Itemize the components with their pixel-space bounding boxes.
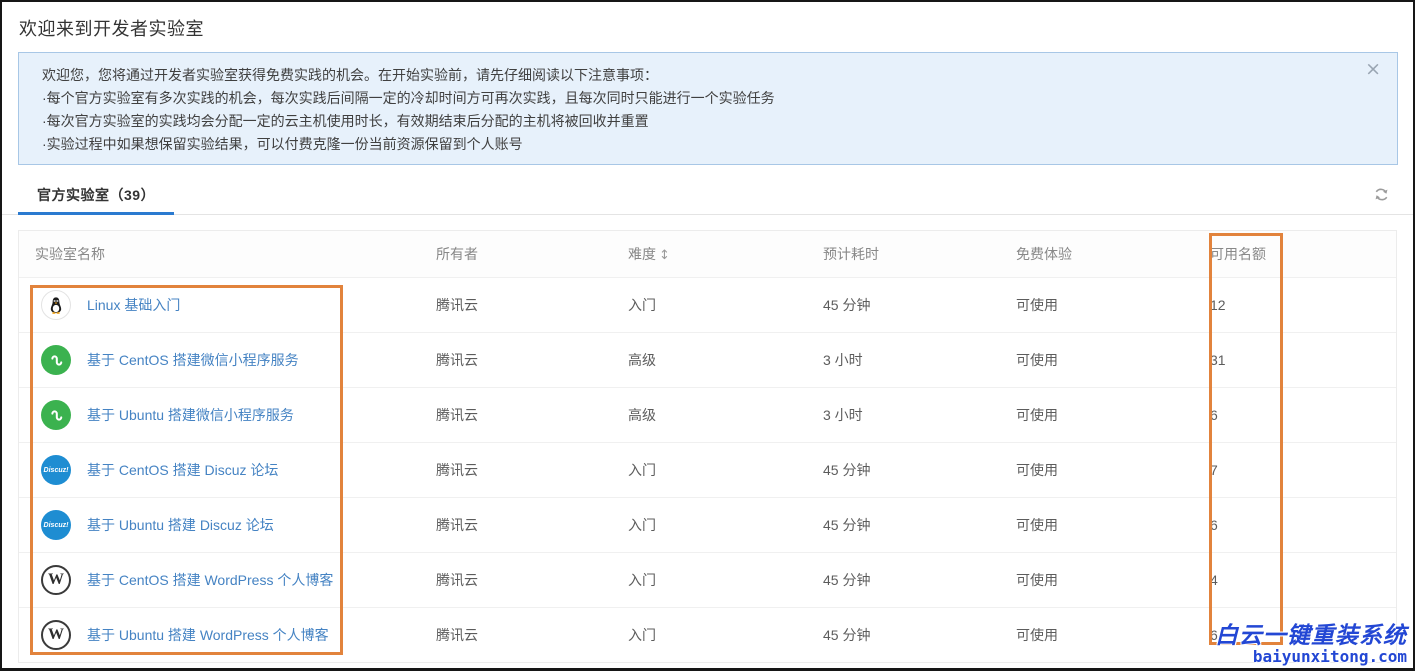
notice-item: ·每个官方实验室有多次实践的机会，每次实践后间隔一定的冷却时间方可再次实践，且每… bbox=[42, 87, 1357, 110]
difficulty-cell: 入门 bbox=[612, 515, 807, 535]
quota-cell: 6 bbox=[1194, 407, 1396, 423]
time-cell: 45 分钟 bbox=[807, 625, 1000, 645]
header-available-quota: 可用名额 bbox=[1194, 244, 1396, 264]
close-icon[interactable]: × bbox=[1365, 60, 1381, 79]
discuz-icon: Discuz! bbox=[41, 510, 71, 540]
time-cell: 45 分钟 bbox=[807, 515, 1000, 535]
time-cell: 3 小时 bbox=[807, 405, 1000, 425]
difficulty-cell: 入门 bbox=[612, 460, 807, 480]
quota-cell: 4 bbox=[1194, 572, 1396, 588]
refresh-icon[interactable] bbox=[1371, 186, 1391, 206]
table-row: Discuz! 基于 CentOS 搭建 Discuz 论坛 腾讯云 入门 45… bbox=[19, 442, 1396, 497]
owner-cell: 腾讯云 bbox=[420, 405, 612, 425]
owner-cell: 腾讯云 bbox=[420, 460, 612, 480]
wechat-miniprogram-icon bbox=[41, 345, 71, 375]
table-row: 基于 Ubuntu 搭建微信小程序服务 腾讯云 高级 3 小时 可使用 6 bbox=[19, 387, 1396, 442]
quota-cell: 31 bbox=[1194, 352, 1396, 368]
quota-cell: 7 bbox=[1194, 462, 1396, 478]
free-trial-cell: 可使用 bbox=[1000, 295, 1194, 315]
header-lab-name: 实验室名称 bbox=[19, 244, 420, 264]
free-trial-cell: 可使用 bbox=[1000, 350, 1194, 370]
owner-cell: 腾讯云 bbox=[420, 625, 612, 645]
tab-official-labs[interactable]: 官方实验室（39） bbox=[18, 177, 174, 215]
header-estimated-time: 预计耗时 bbox=[807, 244, 1000, 264]
difficulty-cell: 入门 bbox=[612, 295, 807, 315]
lab-name-link[interactable]: 基于 Ubuntu 搭建微信小程序服务 bbox=[87, 405, 294, 425]
header-free-trial: 免费体验 bbox=[1000, 244, 1194, 264]
lab-name-link[interactable]: 基于 CentOS 搭建 WordPress 个人博客 bbox=[87, 570, 333, 590]
difficulty-cell: 高级 bbox=[612, 405, 807, 425]
labs-table: 实验室名称 所有者 难度↕ 预计耗时 免费体验 可用名额 bbox=[18, 230, 1397, 663]
notice-intro: 欢迎您，您将通过开发者实验室获得免费实践的机会。在开始实验前，请先仔细阅读以下注… bbox=[42, 64, 1357, 87]
owner-cell: 腾讯云 bbox=[420, 295, 612, 315]
difficulty-cell: 入门 bbox=[612, 625, 807, 645]
table-row: 基于 CentOS 搭建微信小程序服务 腾讯云 高级 3 小时 可使用 31 bbox=[19, 332, 1396, 387]
time-cell: 45 分钟 bbox=[807, 460, 1000, 480]
quota-cell: 12 bbox=[1194, 297, 1396, 313]
discuz-icon: Discuz! bbox=[41, 455, 71, 485]
owner-cell: 腾讯云 bbox=[420, 570, 612, 590]
table-header-row: 实验室名称 所有者 难度↕ 预计耗时 免费体验 可用名额 bbox=[19, 231, 1396, 277]
lab-name-link[interactable]: Linux 基础入门 bbox=[87, 295, 180, 315]
table-row: Linux 基础入门 腾讯云 入门 45 分钟 可使用 12 bbox=[19, 277, 1396, 332]
table-row: W 基于 CentOS 搭建 WordPress 个人博客 腾讯云 入门 45 … bbox=[19, 552, 1396, 607]
header-owner: 所有者 bbox=[420, 244, 612, 264]
time-cell: 45 分钟 bbox=[807, 295, 1000, 315]
wordpress-icon: W bbox=[41, 565, 71, 595]
free-trial-cell: 可使用 bbox=[1000, 405, 1194, 425]
sort-icon[interactable]: ↕ bbox=[659, 248, 670, 263]
time-cell: 45 分钟 bbox=[807, 570, 1000, 590]
free-trial-cell: 可使用 bbox=[1000, 570, 1194, 590]
lab-name-link[interactable]: 基于 CentOS 搭建 Discuz 论坛 bbox=[87, 460, 278, 480]
quota-cell: 6 bbox=[1194, 517, 1396, 533]
free-trial-cell: 可使用 bbox=[1000, 625, 1194, 645]
wordpress-icon: W bbox=[41, 620, 71, 650]
table-row: W 基于 Ubuntu 搭建 WordPress 个人博客 腾讯云 入门 45 … bbox=[19, 607, 1396, 662]
header-difficulty: 难度↕ bbox=[612, 244, 807, 264]
free-trial-cell: 可使用 bbox=[1000, 515, 1194, 535]
quota-cell: 6 bbox=[1194, 627, 1396, 643]
free-trial-cell: 可使用 bbox=[1000, 460, 1194, 480]
notice-item: ·每次官方实验室的实践均会分配一定的云主机使用时长，有效期结束后分配的主机将被回… bbox=[42, 110, 1357, 133]
table-row: Discuz! 基于 Ubuntu 搭建 Discuz 论坛 腾讯云 入门 45… bbox=[19, 497, 1396, 552]
tab-bar: 官方实验室（39） bbox=[2, 177, 1413, 215]
time-cell: 3 小时 bbox=[807, 350, 1000, 370]
lab-name-link[interactable]: 基于 CentOS 搭建微信小程序服务 bbox=[87, 350, 299, 370]
wechat-miniprogram-icon bbox=[41, 400, 71, 430]
difficulty-cell: 高级 bbox=[612, 350, 807, 370]
linux-icon bbox=[41, 290, 71, 320]
page-title: 欢迎来到开发者实验室 bbox=[2, 2, 1413, 41]
notice-item: ·实验过程中如果想保留实验结果，可以付费克隆一份当前资源保留到个人账号 bbox=[42, 133, 1357, 156]
developer-lab-page: 欢迎来到开发者实验室 欢迎您，您将通过开发者实验室获得免费实践的机会。在开始实验… bbox=[0, 0, 1415, 671]
lab-name-link[interactable]: 基于 Ubuntu 搭建 WordPress 个人博客 bbox=[87, 625, 329, 645]
owner-cell: 腾讯云 bbox=[420, 350, 612, 370]
difficulty-cell: 入门 bbox=[612, 570, 807, 590]
notice-banner: 欢迎您，您将通过开发者实验室获得免费实践的机会。在开始实验前，请先仔细阅读以下注… bbox=[18, 52, 1398, 165]
lab-name-link[interactable]: 基于 Ubuntu 搭建 Discuz 论坛 bbox=[87, 515, 274, 535]
owner-cell: 腾讯云 bbox=[420, 515, 612, 535]
